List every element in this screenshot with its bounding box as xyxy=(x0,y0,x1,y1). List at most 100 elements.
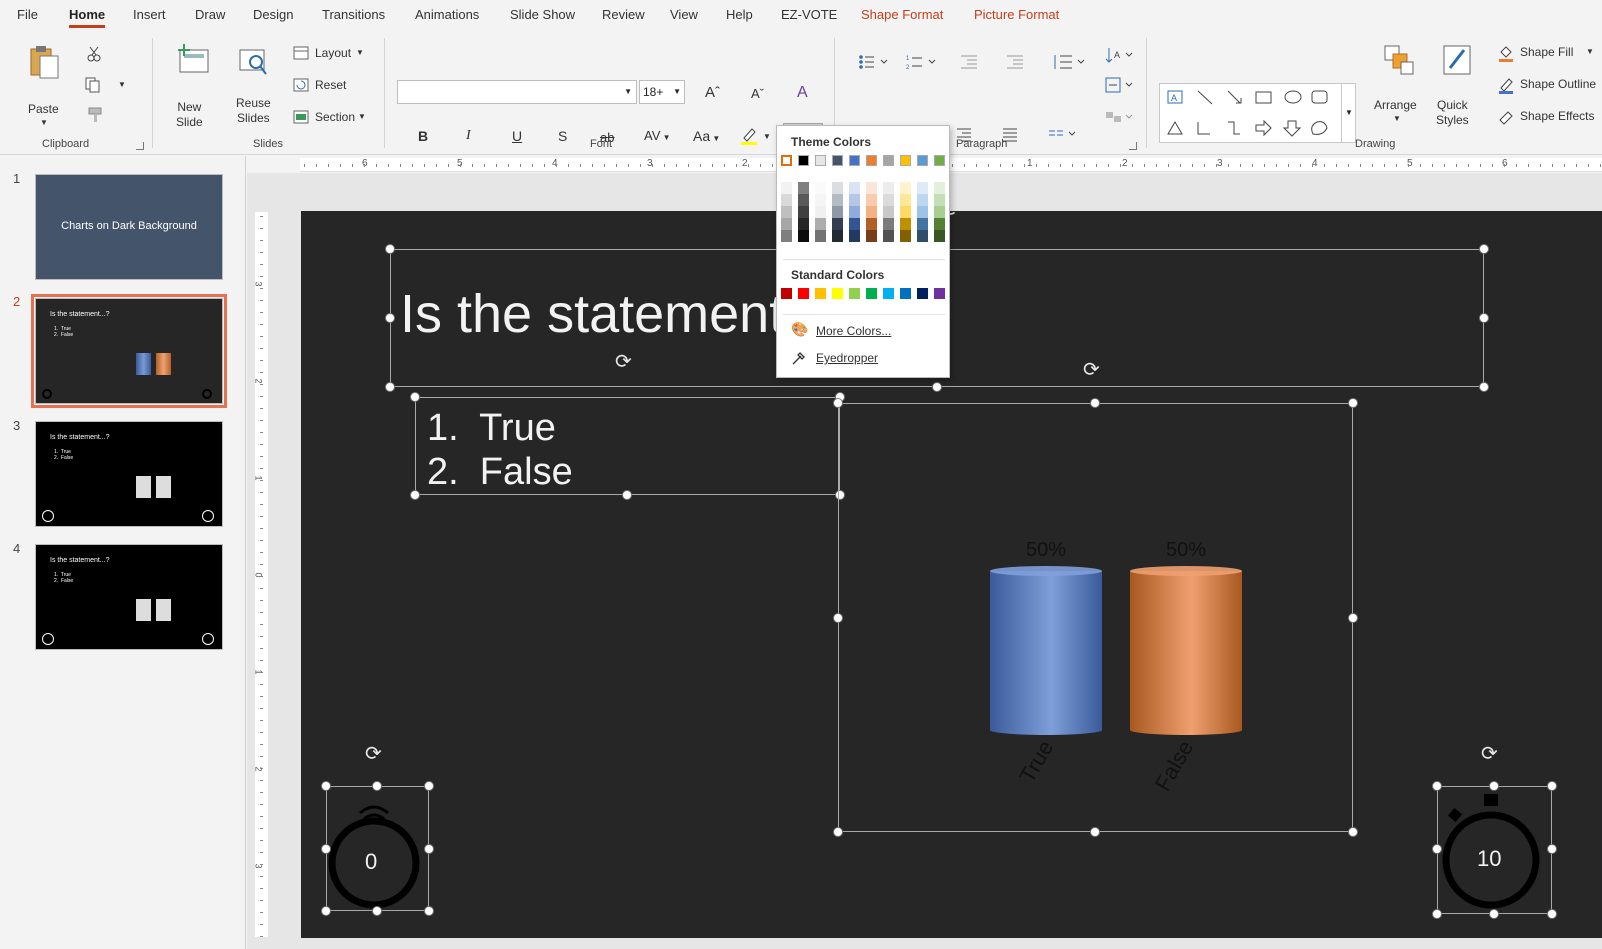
format-painter-icon[interactable] xyxy=(86,106,104,124)
text-shadow-button[interactable]: S xyxy=(558,128,567,144)
standard-color-swatch[interactable] xyxy=(832,288,843,299)
theme-color-shade-swatch[interactable] xyxy=(917,206,928,218)
tab-slide-show[interactable]: Slide Show xyxy=(510,7,575,22)
section-button[interactable]: Section ▼ xyxy=(293,108,373,128)
bold-button[interactable]: B xyxy=(418,128,428,144)
bullets-icon[interactable] xyxy=(858,54,888,70)
timer-left-frame[interactable] xyxy=(326,786,429,911)
shape-effects-button[interactable]: Shape Effects xyxy=(1498,108,1602,128)
resize-handle[interactable] xyxy=(932,382,942,392)
character-spacing-button[interactable]: AV ▼ xyxy=(644,128,671,143)
standard-color-swatch[interactable] xyxy=(798,288,809,299)
tab-design[interactable]: Design xyxy=(253,7,293,22)
theme-color-swatch[interactable] xyxy=(900,155,911,166)
theme-color-shade-swatch[interactable] xyxy=(832,194,843,206)
change-case-button[interactable]: Aa ▼ xyxy=(693,128,720,144)
theme-color-shade-swatch[interactable] xyxy=(934,206,945,218)
resize-handle[interactable] xyxy=(833,613,843,623)
rotate-handle-icon[interactable]: ⟳ xyxy=(1083,357,1100,381)
theme-color-shade-swatch[interactable] xyxy=(832,206,843,218)
resize-handle[interactable] xyxy=(424,781,434,791)
standard-color-swatch[interactable] xyxy=(917,288,928,299)
resize-handle[interactable] xyxy=(1432,909,1442,919)
tab-home[interactable]: Home xyxy=(69,7,106,28)
resize-handle[interactable] xyxy=(833,398,843,408)
reset-button[interactable]: Reset xyxy=(293,76,363,96)
standard-color-swatch[interactable] xyxy=(934,288,945,299)
theme-color-shade-swatch[interactable] xyxy=(849,206,860,218)
numbering-icon[interactable]: 12 xyxy=(906,54,936,70)
theme-color-shade-swatch[interactable] xyxy=(917,230,928,242)
theme-color-shade-swatch[interactable] xyxy=(883,218,894,230)
theme-color-shade-swatch[interactable] xyxy=(815,218,826,230)
resize-handle[interactable] xyxy=(1090,398,1100,408)
line-spacing-icon[interactable] xyxy=(1052,54,1086,70)
resize-handle[interactable] xyxy=(1479,313,1489,323)
tab-file[interactable]: File xyxy=(17,7,38,22)
theme-color-shade-swatch[interactable] xyxy=(866,206,877,218)
theme-color-shade-swatch[interactable] xyxy=(917,218,928,230)
slide-canvas[interactable]: Is the statement ⟳ 1. True 2. False ⟳ 50… xyxy=(301,211,1602,938)
resize-handle[interactable] xyxy=(1479,382,1489,392)
theme-color-shade-swatch[interactable] xyxy=(900,182,911,194)
chart[interactable]: 50% True 50% False xyxy=(838,403,1353,832)
theme-color-shade-swatch[interactable] xyxy=(883,182,894,194)
shrink-font-icon[interactable]: Aˇ xyxy=(751,86,764,101)
tab-transitions[interactable]: Transitions xyxy=(322,7,385,22)
arrange-button[interactable]: Arrange ▼ xyxy=(1374,44,1424,134)
theme-color-shade-swatch[interactable] xyxy=(883,230,894,242)
resize-handle[interactable] xyxy=(1432,781,1442,791)
font-name-field[interactable]: ▼ xyxy=(397,80,637,104)
rotate-handle-icon[interactable]: ⟳ xyxy=(615,349,632,373)
theme-color-shade-swatch[interactable] xyxy=(781,194,792,206)
answer-list[interactable]: 1. True 2. False xyxy=(427,406,573,494)
theme-color-swatch[interactable] xyxy=(798,155,809,166)
theme-color-swatch[interactable] xyxy=(849,155,860,166)
resize-handle[interactable] xyxy=(321,844,331,854)
rotate-handle-icon[interactable]: ⟳ xyxy=(365,741,382,765)
shape-outline-button[interactable]: Shape Outline xyxy=(1498,76,1602,96)
resize-handle[interactable] xyxy=(424,906,434,916)
tab-help[interactable]: Help xyxy=(726,7,753,22)
theme-color-shade-swatch[interactable] xyxy=(866,218,877,230)
resize-handle[interactable] xyxy=(1547,781,1557,791)
standard-color-swatch[interactable] xyxy=(900,288,911,299)
standard-color-swatch[interactable] xyxy=(849,288,860,299)
standard-color-swatch[interactable] xyxy=(883,288,894,299)
resize-handle[interactable] xyxy=(1090,827,1100,837)
theme-color-shade-swatch[interactable] xyxy=(798,206,809,218)
theme-color-shade-swatch[interactable] xyxy=(866,182,877,194)
decrease-indent-icon[interactable] xyxy=(960,54,978,70)
resize-handle[interactable] xyxy=(833,827,843,837)
tab-view[interactable]: View xyxy=(670,7,698,22)
resize-handle[interactable] xyxy=(1348,827,1358,837)
highlight-button[interactable]: ▼ xyxy=(740,126,771,148)
bar-true[interactable] xyxy=(990,571,1102,730)
theme-color-shade-swatch[interactable] xyxy=(815,230,826,242)
cut-icon[interactable] xyxy=(86,46,102,62)
theme-color-shade-swatch[interactable] xyxy=(934,230,945,242)
theme-color-swatch[interactable] xyxy=(917,155,928,166)
standard-color-swatch[interactable] xyxy=(866,288,877,299)
theme-color-shade-swatch[interactable] xyxy=(934,218,945,230)
theme-color-shade-swatch[interactable] xyxy=(900,230,911,242)
eyedropper-item[interactable]: Eyedropper xyxy=(816,351,878,365)
theme-color-shade-swatch[interactable] xyxy=(832,182,843,194)
smartart-icon[interactable] xyxy=(1104,108,1134,126)
bar-false[interactable] xyxy=(1130,571,1242,730)
theme-color-shade-swatch[interactable] xyxy=(849,230,860,242)
timer-right-frame[interactable] xyxy=(1437,786,1552,914)
text-direction-icon[interactable]: A xyxy=(1104,46,1134,64)
theme-color-swatch[interactable] xyxy=(781,155,792,166)
copy-dropdown-icon[interactable]: ▼ xyxy=(118,80,126,89)
layout-button[interactable]: Layout ▼ xyxy=(293,44,373,64)
theme-color-shade-swatch[interactable] xyxy=(781,230,792,242)
resize-handle[interactable] xyxy=(622,490,632,500)
resize-handle[interactable] xyxy=(1432,844,1442,854)
reuse-slides-button[interactable]: Reuse Slides xyxy=(233,44,275,134)
theme-color-shade-swatch[interactable] xyxy=(934,182,945,194)
theme-color-shade-swatch[interactable] xyxy=(798,230,809,242)
theme-color-shade-swatch[interactable] xyxy=(900,218,911,230)
theme-color-swatch[interactable] xyxy=(883,155,894,166)
theme-color-shade-swatch[interactable] xyxy=(849,218,860,230)
